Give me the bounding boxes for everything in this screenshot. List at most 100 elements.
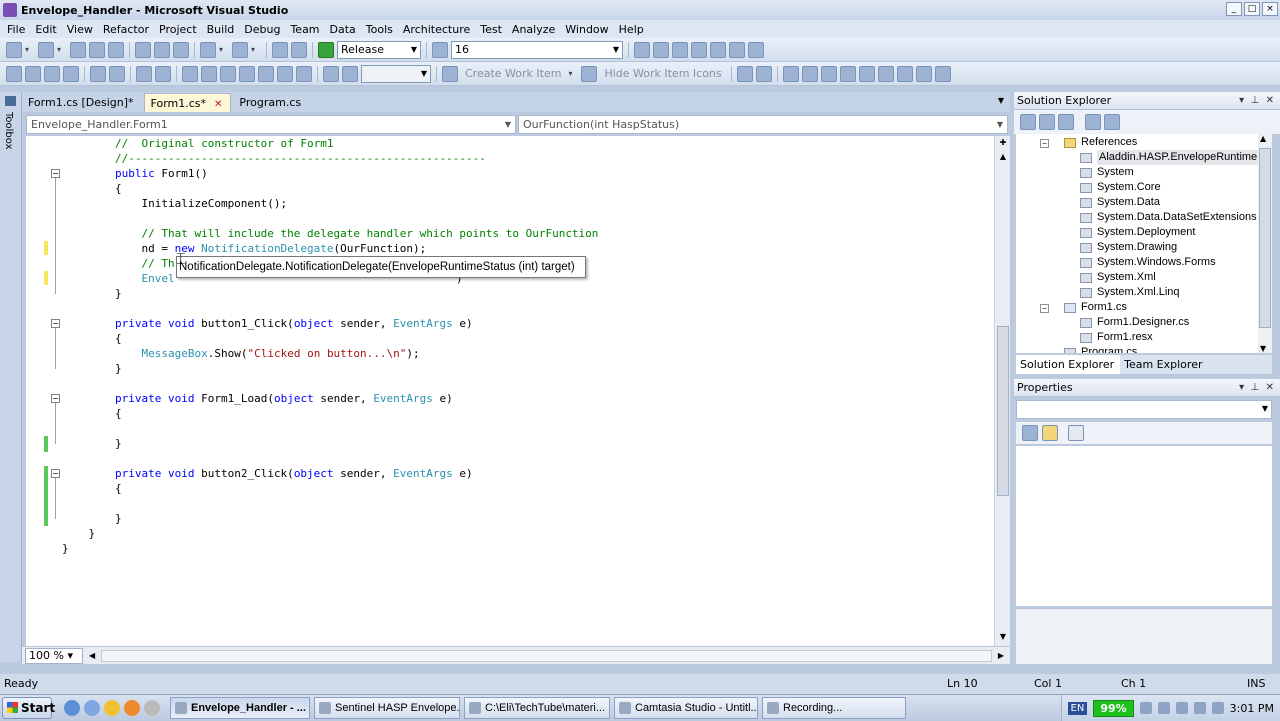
properties-window-icon[interactable]	[653, 41, 669, 58]
tray-app-icon[interactable]	[1211, 702, 1224, 714]
command-window-icon[interactable]	[729, 41, 745, 58]
menu-team[interactable]: Team	[285, 23, 324, 36]
bookmark-icon[interactable]	[182, 65, 198, 82]
solution-explorer-icon[interactable]	[634, 41, 650, 58]
hide-work-item-icons-button[interactable]: Hide Work Item Icons	[600, 67, 725, 80]
object-browser-icon[interactable]	[672, 41, 688, 58]
chevron-down-icon[interactable]: ▾	[25, 42, 35, 58]
paste-icon[interactable]	[173, 41, 189, 58]
taskbar-item[interactable]: Sentinel HASP Envelope...	[314, 696, 460, 719]
refresh-icon[interactable]	[1058, 114, 1074, 130]
show-desktop-icon[interactable]	[84, 699, 100, 716]
pin-icon[interactable]: ⊥	[1251, 95, 1260, 106]
categorized-icon[interactable]	[1022, 425, 1038, 441]
bookmark-window-icon[interactable]	[296, 65, 312, 82]
start-page-icon[interactable]	[748, 41, 764, 58]
scroll-left-icon[interactable]: ◀	[89, 651, 95, 660]
grid-icon[interactable]	[915, 65, 932, 82]
menu-architecture[interactable]: Architecture	[398, 23, 475, 36]
menu-view[interactable]: View	[62, 23, 98, 36]
tree-item-reference[interactable]: System.Data	[1080, 195, 1160, 210]
language-indicator[interactable]: EN	[1067, 701, 1088, 715]
collapse-toggle[interactable]: −	[51, 319, 60, 328]
create-work-item-icon[interactable]	[442, 65, 458, 82]
clear-bookmarks-icon[interactable]	[277, 65, 293, 82]
find-in-files-icon[interactable]	[432, 41, 448, 58]
menu-tools[interactable]: Tools	[361, 23, 398, 36]
zoom-level-select[interactable]: 100 % ▾	[25, 647, 83, 664]
menu-refactor[interactable]: Refactor	[98, 23, 154, 36]
view-designer-icon[interactable]	[1104, 114, 1120, 130]
member-select[interactable]: OurFunction(int HaspStatus) ▼	[518, 115, 1008, 134]
find-combo[interactable]: 16 ▼	[451, 40, 623, 59]
chevron-down-icon[interactable]: ▾	[57, 42, 67, 58]
editor-vertical-scrollbar[interactable]: ✚ ▲ ▼	[994, 136, 1010, 646]
tree-item-reference[interactable]: System.Deployment	[1080, 225, 1195, 240]
next-bookmark-folder-icon[interactable]	[258, 65, 274, 82]
scroll-down-icon[interactable]: ▼	[1260, 344, 1266, 353]
chevron-down-icon[interactable]: ▼	[998, 96, 1004, 105]
pin-icon[interactable]: ⊥	[1251, 382, 1260, 393]
menu-test[interactable]: Test	[475, 23, 507, 36]
security-icon[interactable]	[1175, 702, 1188, 714]
layout-grid-icon[interactable]	[755, 65, 772, 82]
comment-out-icon[interactable]	[136, 65, 152, 82]
menu-file[interactable]: File	[2, 23, 30, 36]
minimize-button[interactable]: _	[1226, 2, 1242, 16]
taskbar-item[interactable]: Camtasia Studio - Untitl...	[614, 696, 758, 719]
previous-bookmark-folder-icon[interactable]	[239, 65, 255, 82]
close-icon[interactable]: ✕	[1266, 382, 1274, 393]
chevron-down-icon[interactable]: ▾	[1239, 382, 1244, 393]
scrollbar-thumb[interactable]	[1259, 148, 1271, 328]
help-icon[interactable]	[858, 65, 875, 82]
toolbox-icon[interactable]	[691, 41, 707, 58]
menu-build[interactable]: Build	[202, 23, 240, 36]
scrollbar-thumb[interactable]	[997, 326, 1009, 496]
volume-icon[interactable]	[1157, 702, 1170, 714]
increase-indent-icon[interactable]	[109, 65, 125, 82]
zoom-in-icon[interactable]	[323, 65, 339, 82]
scroll-down-icon[interactable]: ▼	[996, 630, 1010, 644]
tree-item-reference[interactable]: Aladdin.HASP.EnvelopeRuntime	[1080, 150, 1260, 165]
table-icon[interactable]	[896, 65, 913, 82]
taskbar-item[interactable]: Envelope_Handler - ...	[170, 696, 310, 719]
work-item-icons-icon[interactable]	[581, 65, 598, 82]
display-object-member-list-icon[interactable]	[6, 65, 22, 82]
ie-icon[interactable]	[64, 699, 80, 716]
align-left-icon[interactable]	[782, 65, 799, 82]
close-icon[interactable]: ✕	[1266, 95, 1274, 106]
menu-data[interactable]: Data	[325, 23, 361, 36]
extension-manager-icon[interactable]	[710, 41, 726, 58]
close-button[interactable]: ×	[1262, 2, 1278, 16]
code-editor[interactable]: − − − − // Original constructor of Form1…	[26, 136, 994, 646]
view-code-icon[interactable]	[1085, 114, 1101, 130]
taskbar-item[interactable]: C:\Eli\TechTube\materi...	[464, 696, 610, 719]
split-icon[interactable]: ✚	[996, 136, 1010, 150]
parameter-info-icon[interactable]	[25, 65, 41, 82]
chevron-down-icon[interactable]: ▾	[219, 42, 229, 58]
complete-word-icon[interactable]	[63, 65, 79, 82]
undo-icon[interactable]	[200, 41, 216, 58]
maximize-button[interactable]: □	[1244, 2, 1260, 16]
tab-form1-cs[interactable]: Form1.cs* ✕	[143, 93, 232, 112]
next-bookmark-icon[interactable]	[220, 65, 236, 82]
tab-team-explorer[interactable]: Team Explorer	[1120, 355, 1208, 374]
navigate-backward-icon[interactable]	[272, 41, 288, 58]
zoom-out-icon[interactable]	[342, 65, 358, 82]
firefox-icon[interactable]	[124, 699, 140, 716]
property-pages-icon[interactable]	[1068, 425, 1084, 441]
properties-grid[interactable]	[1016, 446, 1272, 606]
tree-item-reference[interactable]: System.Xml	[1080, 270, 1156, 285]
save-icon[interactable]	[89, 41, 105, 58]
tree-item-reference[interactable]: System	[1080, 165, 1134, 180]
server-explorer-icon[interactable]	[5, 96, 16, 106]
properties-object-select[interactable]: ▼	[1016, 400, 1272, 419]
decrease-indent-icon[interactable]	[90, 65, 106, 82]
tree-item-reference[interactable]: System.Core	[1080, 180, 1161, 195]
tree-item-reference[interactable]: System.Data.DataSetExtensions	[1080, 210, 1257, 225]
tools-icon[interactable]	[877, 65, 894, 82]
align-center-icon[interactable]	[801, 65, 818, 82]
tree-item-file[interactable]: Form1.Designer.cs	[1080, 315, 1189, 330]
menu-help[interactable]: Help	[614, 23, 649, 36]
scroll-right-icon[interactable]: ▶	[998, 651, 1004, 660]
